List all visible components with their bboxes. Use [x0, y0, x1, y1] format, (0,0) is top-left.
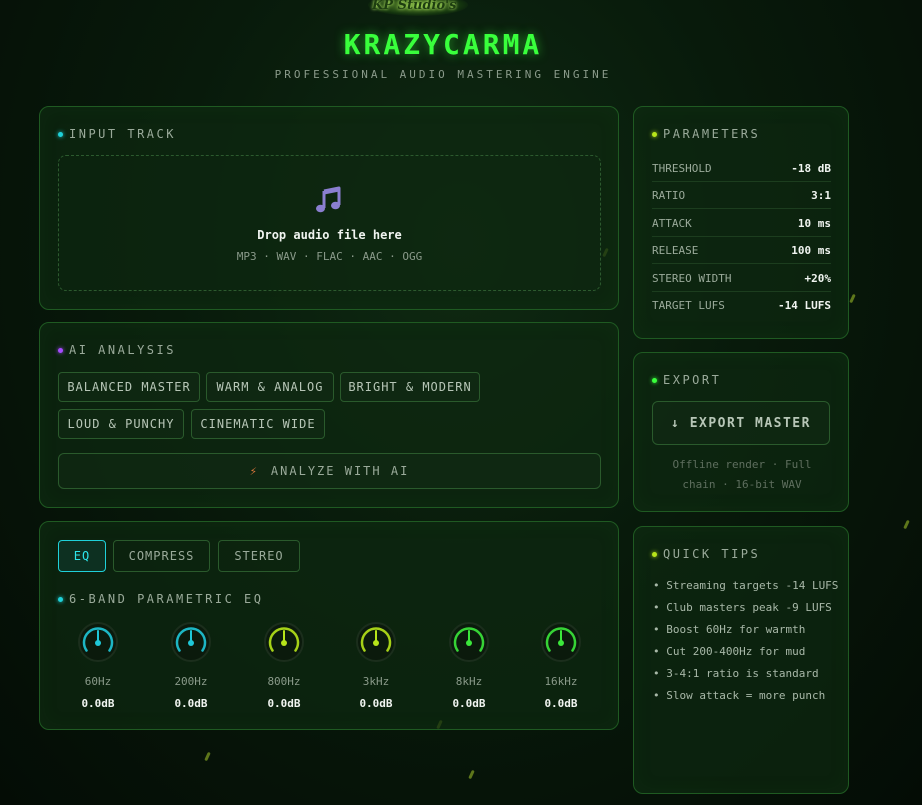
- spark-decoration: [468, 769, 475, 780]
- app-title: KRAZYCARMA: [343, 28, 543, 61]
- preset-balanced-master[interactable]: BALANCED MASTER: [58, 372, 200, 402]
- param-name: THRESHOLD: [652, 161, 712, 175]
- status-dot-icon: [652, 131, 657, 137]
- audio-dropzone[interactable]: Drop audio file here MP3 · WAV · FLAC · …: [58, 155, 601, 291]
- eq-band-label: 60Hz: [84, 675, 112, 688]
- eq-band-label: 3kHz: [362, 675, 390, 688]
- panel-title: AI ANALYSIS: [58, 343, 176, 357]
- panel-title: EXPORT: [652, 373, 721, 387]
- tip-item: • Club masters peak -9 LUFS: [653, 601, 832, 614]
- panel-title: PARAMETERS: [652, 127, 760, 141]
- tip-item: • Boost 60Hz for warmth: [653, 623, 806, 636]
- parameters-panel: PARAMETERS THRESHOLD -18 dB RATIO 3:1 AT…: [633, 106, 849, 339]
- param-name: RATIO: [652, 188, 686, 202]
- drop-title: Drop audio file here: [257, 228, 402, 242]
- eq-knob-3khz[interactable]: [356, 622, 396, 662]
- music-note-icon: [316, 186, 341, 213]
- tip-item: • Cut 200-400Hz for mud: [653, 645, 806, 658]
- input-track-panel: INPUT TRACK Drop audio file here MP3 · W…: [39, 106, 619, 310]
- input-track-title: INPUT TRACK: [69, 127, 176, 141]
- param-value: 100 ms: [791, 243, 831, 257]
- eq-band-value: 0.0dB: [452, 697, 486, 710]
- param-name: STEREO WIDTH: [652, 271, 732, 285]
- param-threshold: THRESHOLD -18 dB: [652, 155, 831, 182]
- eq-title-label: 6-BAND PARAMETRIC EQ: [69, 592, 264, 606]
- ai-analysis-panel: AI ANALYSIS BALANCED MASTER WARM & ANALO…: [39, 322, 619, 508]
- eq-knob-60hz[interactable]: [78, 622, 118, 662]
- tip-item: • Streaming targets -14 LUFS: [653, 579, 839, 592]
- lightning-bolt-icon: ⚡: [249, 464, 259, 478]
- eq-band-label: 16kHz: [544, 675, 578, 688]
- app-subtitle: PROFESSIONAL AUDIO MASTERING ENGINE: [274, 68, 612, 81]
- eq-knob-800hz[interactable]: [264, 622, 304, 662]
- param-value: +20%: [804, 271, 832, 285]
- eq-band-value: 0.0dB: [267, 697, 301, 710]
- status-dot-icon: [58, 596, 63, 602]
- export-panel: EXPORT ↓ EXPORT MASTER Offline render · …: [633, 352, 849, 512]
- param-name: RELEASE: [652, 243, 699, 257]
- processing-panel: EQ COMPRESS STEREO 6-BAND PARAMETRIC EQ …: [39, 521, 619, 730]
- param-ratio: RATIO 3:1: [652, 182, 831, 209]
- param-value: 3:1: [811, 188, 831, 202]
- ai-analysis-title: AI ANALYSIS: [69, 343, 176, 357]
- panel-title: QUICK TIPS: [652, 547, 760, 561]
- eq-band-label: 200Hz: [174, 675, 208, 688]
- eq-knob-200hz[interactable]: [171, 622, 211, 662]
- tab-stereo[interactable]: STEREO: [218, 540, 300, 572]
- tips-title: QUICK TIPS: [663, 547, 761, 561]
- eq-knob-8khz[interactable]: [449, 622, 489, 662]
- param-stereo-width: STEREO WIDTH +20%: [652, 265, 831, 292]
- supported-formats: MP3 · WAV · FLAC · AAC · OGG: [236, 250, 423, 263]
- studio-logo: KP Studio's: [372, 0, 457, 13]
- status-dot-icon: [58, 131, 63, 137]
- eq-band-value: 0.0dB: [174, 697, 208, 710]
- quick-tips-panel: QUICK TIPS • Streaming targets -14 LUFS …: [633, 526, 849, 794]
- param-attack: ATTACK 10 ms: [652, 210, 831, 237]
- export-master-button[interactable]: ↓ EXPORT MASTER: [652, 401, 830, 445]
- panel-title: INPUT TRACK: [58, 127, 176, 141]
- spark-decoration: [204, 751, 211, 762]
- preset-warm-analog[interactable]: WARM & ANALOG: [206, 372, 334, 402]
- param-release: RELEASE 100 ms: [652, 237, 831, 264]
- param-name: ATTACK: [652, 216, 692, 230]
- status-dot-icon: [652, 551, 657, 557]
- eq-band-label: 8kHz: [455, 675, 483, 688]
- param-name: TARGET LUFS: [652, 299, 725, 312]
- tab-compress[interactable]: COMPRESS: [113, 540, 210, 572]
- preset-cinematic-wide[interactable]: CINEMATIC WIDE: [191, 409, 325, 439]
- eq-knob-16khz[interactable]: [541, 622, 581, 662]
- tip-item: • 3-4:1 ratio is standard: [653, 667, 819, 680]
- tips-list: • Streaming targets -14 LUFS • Club mast…: [653, 575, 839, 707]
- eq-title: 6-BAND PARAMETRIC EQ: [58, 592, 264, 606]
- parameters-title: PARAMETERS: [663, 127, 761, 141]
- export-title: EXPORT: [663, 373, 722, 387]
- param-value: 10 ms: [797, 216, 831, 230]
- tab-eq[interactable]: EQ: [58, 540, 106, 572]
- eq-band-value: 0.0dB: [359, 697, 393, 710]
- spark-decoration: [849, 293, 856, 304]
- param-value: -14 LUFS: [778, 299, 831, 312]
- tip-item: • Slow attack = more punch: [653, 689, 826, 702]
- preset-loud-punchy[interactable]: LOUD & PUNCHY: [58, 409, 184, 439]
- export-note: Offline render · Full chain · 16-bit WAV: [672, 458, 812, 491]
- analyze-label: ANALYZE WITH AI: [270, 464, 410, 478]
- preset-bright-modern[interactable]: BRIGHT & MODERN: [340, 372, 480, 402]
- eq-band-value: 0.0dB: [544, 697, 578, 710]
- eq-band-value: 0.0dB: [81, 697, 115, 710]
- status-dot-icon: [652, 377, 657, 383]
- param-target-lufs: TARGET LUFS -14 LUFS: [652, 292, 831, 319]
- eq-band-label: 800Hz: [267, 675, 301, 688]
- analyze-with-ai-button[interactable]: ⚡ ANALYZE WITH AI: [58, 453, 601, 489]
- status-dot-icon: [58, 347, 63, 353]
- param-value: -18 dB: [791, 161, 831, 175]
- spark-decoration: [903, 519, 910, 530]
